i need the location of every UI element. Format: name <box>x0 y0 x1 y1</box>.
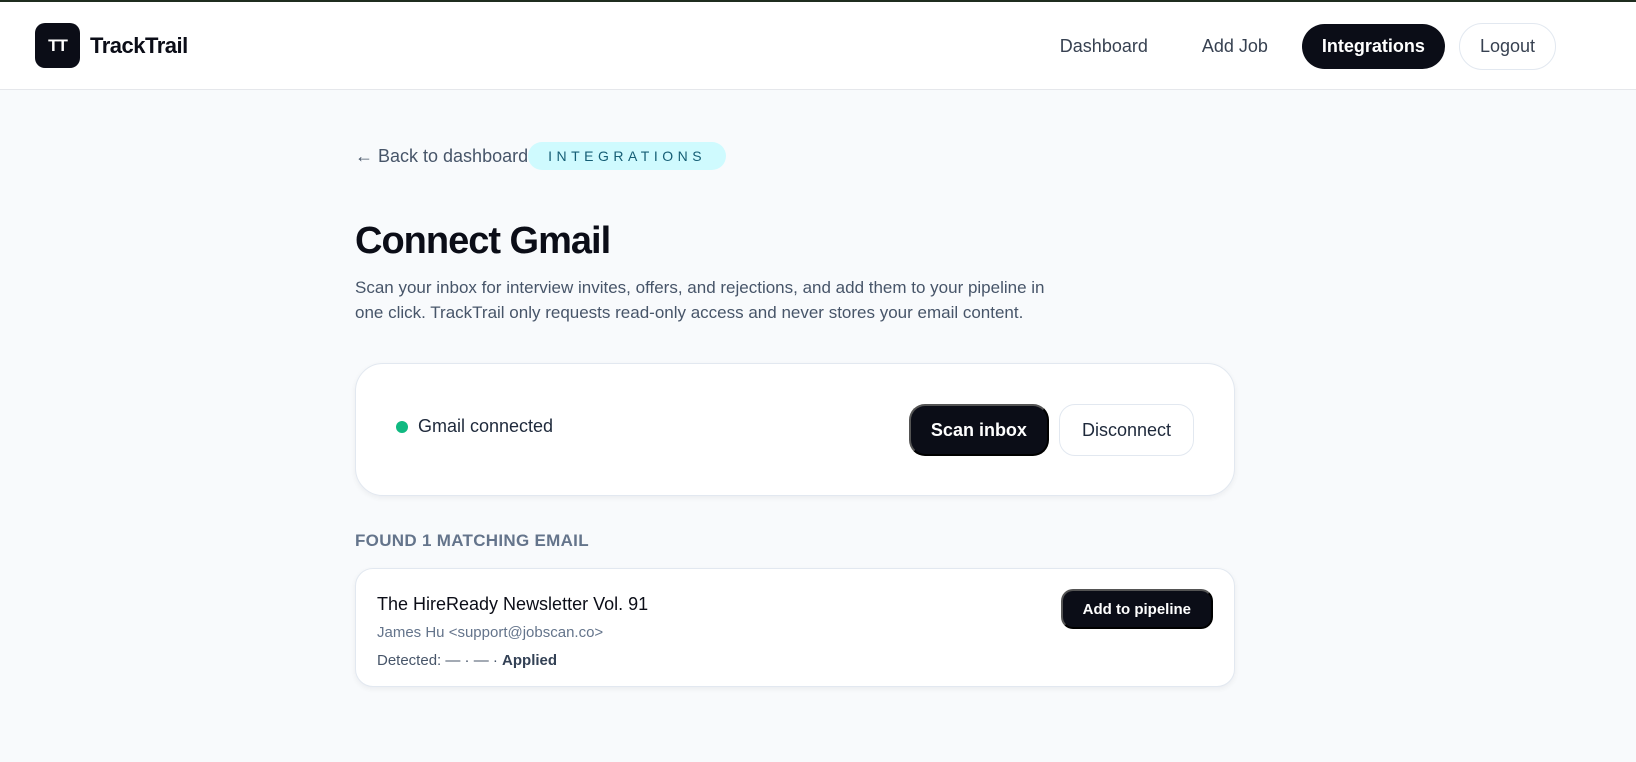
section-pill: INTEGRATIONS <box>528 142 727 170</box>
app-name: TrackTrail <box>90 32 188 58</box>
results-count-label: FOUND 1 MATCHING EMAIL <box>355 531 589 550</box>
logo-icon: TT <box>35 23 80 68</box>
connection-status-text: Gmail connected <box>418 416 554 436</box>
email-detected-info: Detected: — · — · Applied <box>377 652 557 669</box>
nav-dashboard[interactable]: Dashboard <box>1040 24 1168 69</box>
detected-prefix: Detected: — · — · <box>377 652 503 669</box>
breadcrumb: ← Back to dashboard INTEGRATIONS <box>355 142 727 170</box>
page-description: Scan your inbox for interview invites, o… <box>355 278 1045 322</box>
status-dot-icon <box>396 420 408 433</box>
scan-inbox-button[interactable]: Scan inbox <box>908 404 1049 456</box>
brand[interactable]: TT TrackTrail <box>35 23 188 68</box>
logout-button[interactable]: Logout <box>1458 23 1556 70</box>
detected-status: Applied <box>502 652 558 669</box>
connection-actions: Scan inbox Disconnect <box>908 404 1194 456</box>
page-title: Connect Gmail <box>355 220 611 262</box>
disconnect-button[interactable]: Disconnect <box>1058 404 1194 456</box>
nav-add-job[interactable]: Add Job <box>1182 24 1288 69</box>
connection-status: Gmail connected <box>396 416 553 437</box>
add-to-pipeline-button[interactable]: Add to pipeline <box>1060 589 1213 629</box>
nav-integrations[interactable]: Integrations <box>1301 24 1445 69</box>
main-nav: Dashboard Add Job Integrations Logout <box>1040 23 1556 70</box>
email-result-card: The HireReady Newsletter Vol. 91 James H… <box>355 568 1235 687</box>
top-navbar: TT TrackTrail Dashboard Add Job Integrat… <box>0 2 1636 90</box>
email-subject: The HireReady Newsletter Vol. 91 <box>377 594 649 614</box>
gmail-connection-card: Gmail connected Scan inbox Disconnect <box>355 363 1235 496</box>
back-to-dashboard-link[interactable]: ← Back to dashboard <box>355 146 528 167</box>
email-sender: James Hu <support@jobscan.co> <box>377 624 604 641</box>
